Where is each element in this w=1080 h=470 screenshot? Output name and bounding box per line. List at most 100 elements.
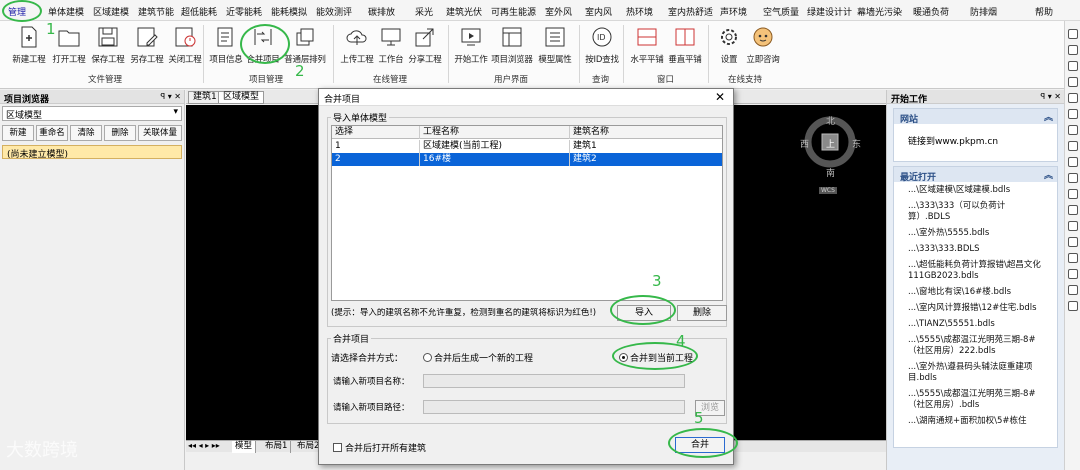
recent-item[interactable]: ...\TIANZ\55551.bdls — [908, 319, 1045, 330]
new-button[interactable]: 新建 — [2, 125, 34, 141]
recent-item[interactable]: ...\区域建模\区域建模.bdls — [908, 185, 1045, 196]
recent-header[interactable]: 最近打开 ︽ — [894, 167, 1057, 183]
tile-horizontal-label: 水平平铺 — [630, 55, 664, 65]
start-work-button[interactable]: 开始工作 — [450, 25, 492, 69]
tool-icon[interactable] — [1068, 141, 1078, 151]
menu-acoustic[interactable]: 声环境 — [720, 5, 747, 18]
menu-thermal-env[interactable]: 热环境 — [626, 5, 653, 18]
recent-item[interactable]: ...\室外热\遵县码头辅法庭重建项目.bdls — [908, 362, 1045, 384]
recent-item[interactable]: ...\室外热\5555.bdls — [908, 228, 1045, 239]
recent-item[interactable]: ...\室内风计算报错\12#住宅.bdls — [908, 303, 1045, 314]
radio-new-project[interactable]: 合并后生成一个新的工程 — [423, 351, 533, 364]
recent-item[interactable]: ...\5555\成都温江光明苑三期-8#（社区用房）.bdls — [908, 389, 1045, 411]
close-project-button[interactable]: 关闭工程 — [164, 25, 206, 69]
cloud-upload-icon — [346, 30, 367, 45]
menu-pv[interactable]: 建筑光伏 — [446, 5, 482, 18]
wcs-badge[interactable]: WCS — [819, 187, 837, 194]
tool-icon[interactable] — [1068, 237, 1078, 247]
menu-near-zero[interactable]: 近零能耗 — [226, 5, 262, 18]
recent-item[interactable]: ...\333\333.BDLS — [908, 244, 1045, 255]
tool-icon[interactable] — [1068, 253, 1078, 263]
open-all-label: 合并后打开所有建筑 — [345, 444, 427, 454]
recent-item[interactable]: ...\333\333（可以负荷计算）.BDLS — [908, 201, 1045, 223]
save-project-button[interactable]: 保存工程 — [87, 25, 129, 69]
delete-button[interactable]: 删除 — [104, 125, 136, 141]
menu-outdoor-wind[interactable]: 室外风 — [545, 5, 572, 18]
project-browser-button[interactable]: 项目浏览器 — [491, 25, 533, 69]
menu-help[interactable]: 帮助 — [1035, 5, 1053, 18]
tool-icon[interactable] — [1068, 45, 1078, 55]
tool-icon[interactable] — [1068, 205, 1078, 215]
menu-hvac-load[interactable]: 暖通负荷 — [913, 5, 949, 18]
tool-icon[interactable] — [1068, 301, 1078, 311]
menu-energy-save[interactable]: 建筑节能 — [138, 5, 174, 18]
close-icon[interactable]: ✕ — [715, 90, 725, 104]
tab-building1[interactable]: 建筑1 — [188, 91, 222, 104]
recent-item[interactable]: ...\窗地比有误\16#楼.bdls — [908, 287, 1045, 298]
tool-icon[interactable] — [1068, 109, 1078, 119]
project-path-input[interactable] — [423, 400, 685, 414]
tool-icon[interactable] — [1068, 61, 1078, 71]
website-header[interactable]: 网站 ︽ — [894, 109, 1057, 125]
panel-controls[interactable]: ꟼ ▾ ✕ — [1040, 92, 1061, 101]
project-name-input[interactable] — [423, 374, 685, 388]
tool-icon[interactable] — [1068, 125, 1078, 135]
tool-icon[interactable] — [1068, 189, 1078, 199]
tool-icon[interactable] — [1068, 173, 1078, 183]
clear-button[interactable]: 清除 — [70, 125, 102, 141]
open-all-checkbox[interactable]: 合并后打开所有建筑 — [333, 441, 426, 454]
view-cube[interactable]: 北 南 西 东 上 WCS — [800, 110, 861, 194]
menu-daylight[interactable]: 采光 — [415, 5, 433, 18]
tile-vertical-button[interactable]: 垂直平铺 — [664, 25, 706, 69]
menu-efficiency[interactable]: 能效测评 — [316, 5, 352, 18]
panel-controls[interactable]: ꟼ ▾ ✕ — [160, 92, 181, 101]
tool-icon[interactable] — [1068, 93, 1078, 103]
tool-icon[interactable] — [1068, 269, 1078, 279]
consult-button[interactable]: 立即咨询 — [742, 25, 784, 69]
recent-item[interactable]: ...\5555\成都温江光明苑三期-8#（社区用房）222.bdls — [908, 335, 1045, 357]
tab-model[interactable]: 模型 — [232, 441, 257, 453]
share-project-button[interactable]: 分享工程 — [404, 25, 446, 69]
menu-indoor-wind[interactable]: 室内风 — [585, 5, 612, 18]
menu-ultra-low[interactable]: 超低能耗 — [181, 5, 217, 18]
tool-icon[interactable] — [1068, 157, 1078, 167]
model-select[interactable]: 区域模型 ▾ — [2, 106, 182, 121]
tab-layout1[interactable]: 布局1 — [262, 441, 292, 453]
tool-icon[interactable] — [1068, 221, 1078, 231]
menu-single-building[interactable]: 单体建模 — [48, 5, 84, 18]
recent-item[interactable]: ...\超低能耗负荷计算报错\超昌文化111GB2023.bdls — [908, 260, 1045, 282]
floor-arrange-button[interactable]: 普通层排列 — [284, 25, 326, 69]
save-as-button[interactable]: 另存工程 — [126, 25, 168, 69]
recent-section: 最近打开 ︽ ...\区域建模\区域建模.bdls ...\333\333（可以负… — [893, 166, 1058, 448]
website-link[interactable]: 链接到www.pkpm.cn — [894, 124, 1057, 149]
model-props-button[interactable]: 模型属性 — [534, 25, 576, 69]
menu-smoke[interactable]: 防排烟 — [970, 5, 997, 18]
menu-carbon[interactable]: 碳排放 — [368, 5, 395, 18]
tool-icon[interactable] — [1068, 285, 1078, 295]
menu-green-design[interactable]: 绿建设计计 — [807, 5, 852, 18]
row-select: 2 — [332, 153, 420, 166]
tree-item[interactable]: (尚未建立模型) — [2, 145, 182, 160]
new-project-button[interactable]: 新建工程 — [8, 25, 50, 69]
menu-air-quality[interactable]: 空气质量 — [763, 5, 799, 18]
annotation-number: 5 — [694, 409, 704, 427]
delete-button[interactable]: 删除 — [677, 305, 727, 321]
browser-toolbar: 新建 重命名 清除 删除 关联体量 — [2, 125, 182, 141]
tool-icon[interactable] — [1068, 77, 1078, 87]
menu-thermal-comfort[interactable]: 室内热舒适 — [668, 5, 713, 18]
panel-title: 项目浏览器 — [4, 95, 50, 105]
table-row[interactable]: 1 区域建模(当前工程) 建筑1 — [332, 140, 722, 153]
link-mass-button[interactable]: 关联体量 — [138, 125, 182, 141]
find-by-id-button[interactable]: ID 按ID查找 — [581, 25, 623, 69]
tab-nav-arrows[interactable]: ◂◂ ◂ ▸ ▸▸ — [188, 441, 220, 450]
tool-icon[interactable] — [1068, 29, 1078, 39]
menu-area-model[interactable]: 区域建模 — [93, 5, 129, 18]
table-row[interactable]: 2 16#楼 建筑2 — [332, 153, 722, 166]
tab-area-model[interactable]: 区域模型 — [218, 91, 265, 104]
menu-renewable[interactable]: 可再生能源 — [491, 5, 536, 18]
menu-curtain-wall[interactable]: 幕墙光污染 — [857, 5, 902, 18]
menu-energy-sim[interactable]: 能耗模拟 — [271, 5, 307, 18]
recent-item[interactable]: ...\湖南通规+面积加权\5#栋住 — [908, 416, 1045, 427]
rename-button[interactable]: 重命名 — [36, 125, 68, 141]
tile-horizontal-button[interactable]: 水平平铺 — [626, 25, 668, 69]
